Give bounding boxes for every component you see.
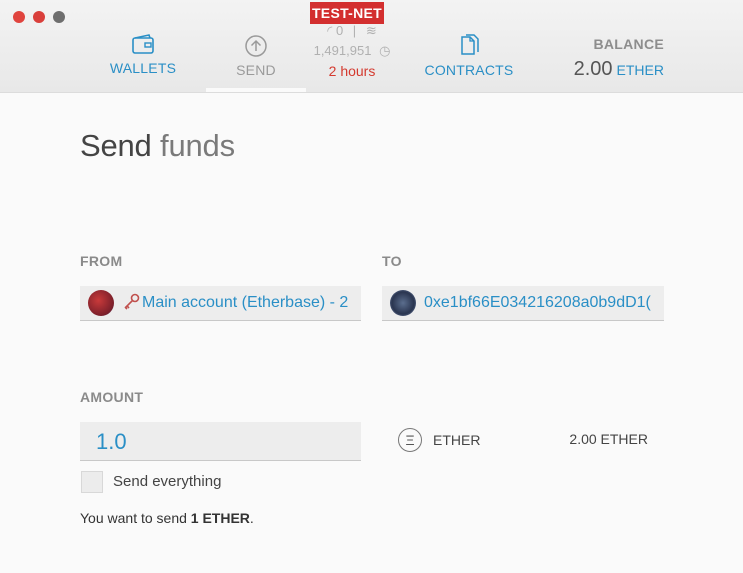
block-row: 1,491,951 ◷ xyxy=(306,42,398,60)
amount-label: AMOUNT xyxy=(80,389,144,405)
close-window-button[interactable] xyxy=(13,11,25,23)
page-title-light: funds xyxy=(160,128,235,163)
balance-display: 2.00 ETHER xyxy=(560,58,664,81)
to-address-value: 0xe1bf66E034216208a0b9dD1( xyxy=(424,294,651,311)
amount-input[interactable]: 1.0 xyxy=(80,422,361,461)
nav-send-label: SEND xyxy=(236,62,276,78)
page-title: Send funds xyxy=(80,128,235,164)
available-balance: 2.00 ETHER xyxy=(569,431,648,447)
block-number: 1,491,951 xyxy=(313,43,372,58)
zoom-window-button[interactable] xyxy=(53,11,65,23)
balance-label: BALANCE xyxy=(593,36,664,52)
send-everything-label[interactable]: Send everything xyxy=(113,473,221,490)
key-icon xyxy=(124,293,140,310)
nav-contracts-label: CONTRACTS xyxy=(424,62,514,78)
currency-label[interactable]: ETHER xyxy=(433,432,480,448)
to-address-input[interactable]: 0xe1bf66E034216208a0b9dD1( xyxy=(382,286,664,321)
to-label: TO xyxy=(382,253,402,269)
send-everything-checkbox[interactable] xyxy=(81,471,103,493)
peer-count: 0 xyxy=(335,23,344,38)
minimize-window-button[interactable] xyxy=(33,11,45,23)
last-block-age: 2 hours xyxy=(328,63,376,79)
from-account-name: Main account (Etherbase) - 2 xyxy=(142,294,349,311)
nav-contracts[interactable]: CONTRACTS xyxy=(422,34,516,78)
summary-suffix: . xyxy=(249,510,254,526)
peers-icon: ◜ xyxy=(327,23,333,38)
balance-unit: ETHER xyxy=(616,62,664,78)
send-summary: You want to send 1 ETHER. xyxy=(80,510,254,526)
from-label: FROM xyxy=(80,253,123,269)
amount-value: 1.0 xyxy=(96,429,127,454)
documents-icon xyxy=(461,34,479,55)
network-badge: TEST-NET xyxy=(310,2,384,24)
clock-icon: ◷ xyxy=(379,43,391,58)
arrow-up-circle-icon xyxy=(245,35,267,57)
summary-amount: 1 ETHER xyxy=(190,510,250,526)
top-bar: TEST-NET WALLETS SEND ◜ 0 | ≋ 1,491,951 … xyxy=(0,0,743,93)
balance-amount: 2.00 xyxy=(573,58,613,80)
nav-send[interactable]: SEND xyxy=(226,34,286,78)
layers-icon: ≋ xyxy=(365,23,377,38)
wallet-icon xyxy=(132,34,154,54)
divider: | xyxy=(352,23,357,38)
ether-symbol-icon[interactable]: Ξ xyxy=(398,428,422,452)
recipient-identicon xyxy=(390,290,416,316)
page-title-bold: Send xyxy=(80,128,152,163)
account-identicon xyxy=(88,290,114,316)
network-status: ◜ 0 | ≋ 1,491,951 ◷ 2 hours xyxy=(306,22,398,80)
peers-row: ◜ 0 | ≋ xyxy=(306,22,398,40)
summary-prefix: You want to send xyxy=(80,510,191,526)
active-tab-indicator xyxy=(206,88,306,92)
nav-wallets[interactable]: WALLETS xyxy=(106,34,180,76)
from-account-select[interactable]: Main account (Etherbase) - 2 xyxy=(80,286,361,321)
nav-wallets-label: WALLETS xyxy=(109,60,177,76)
